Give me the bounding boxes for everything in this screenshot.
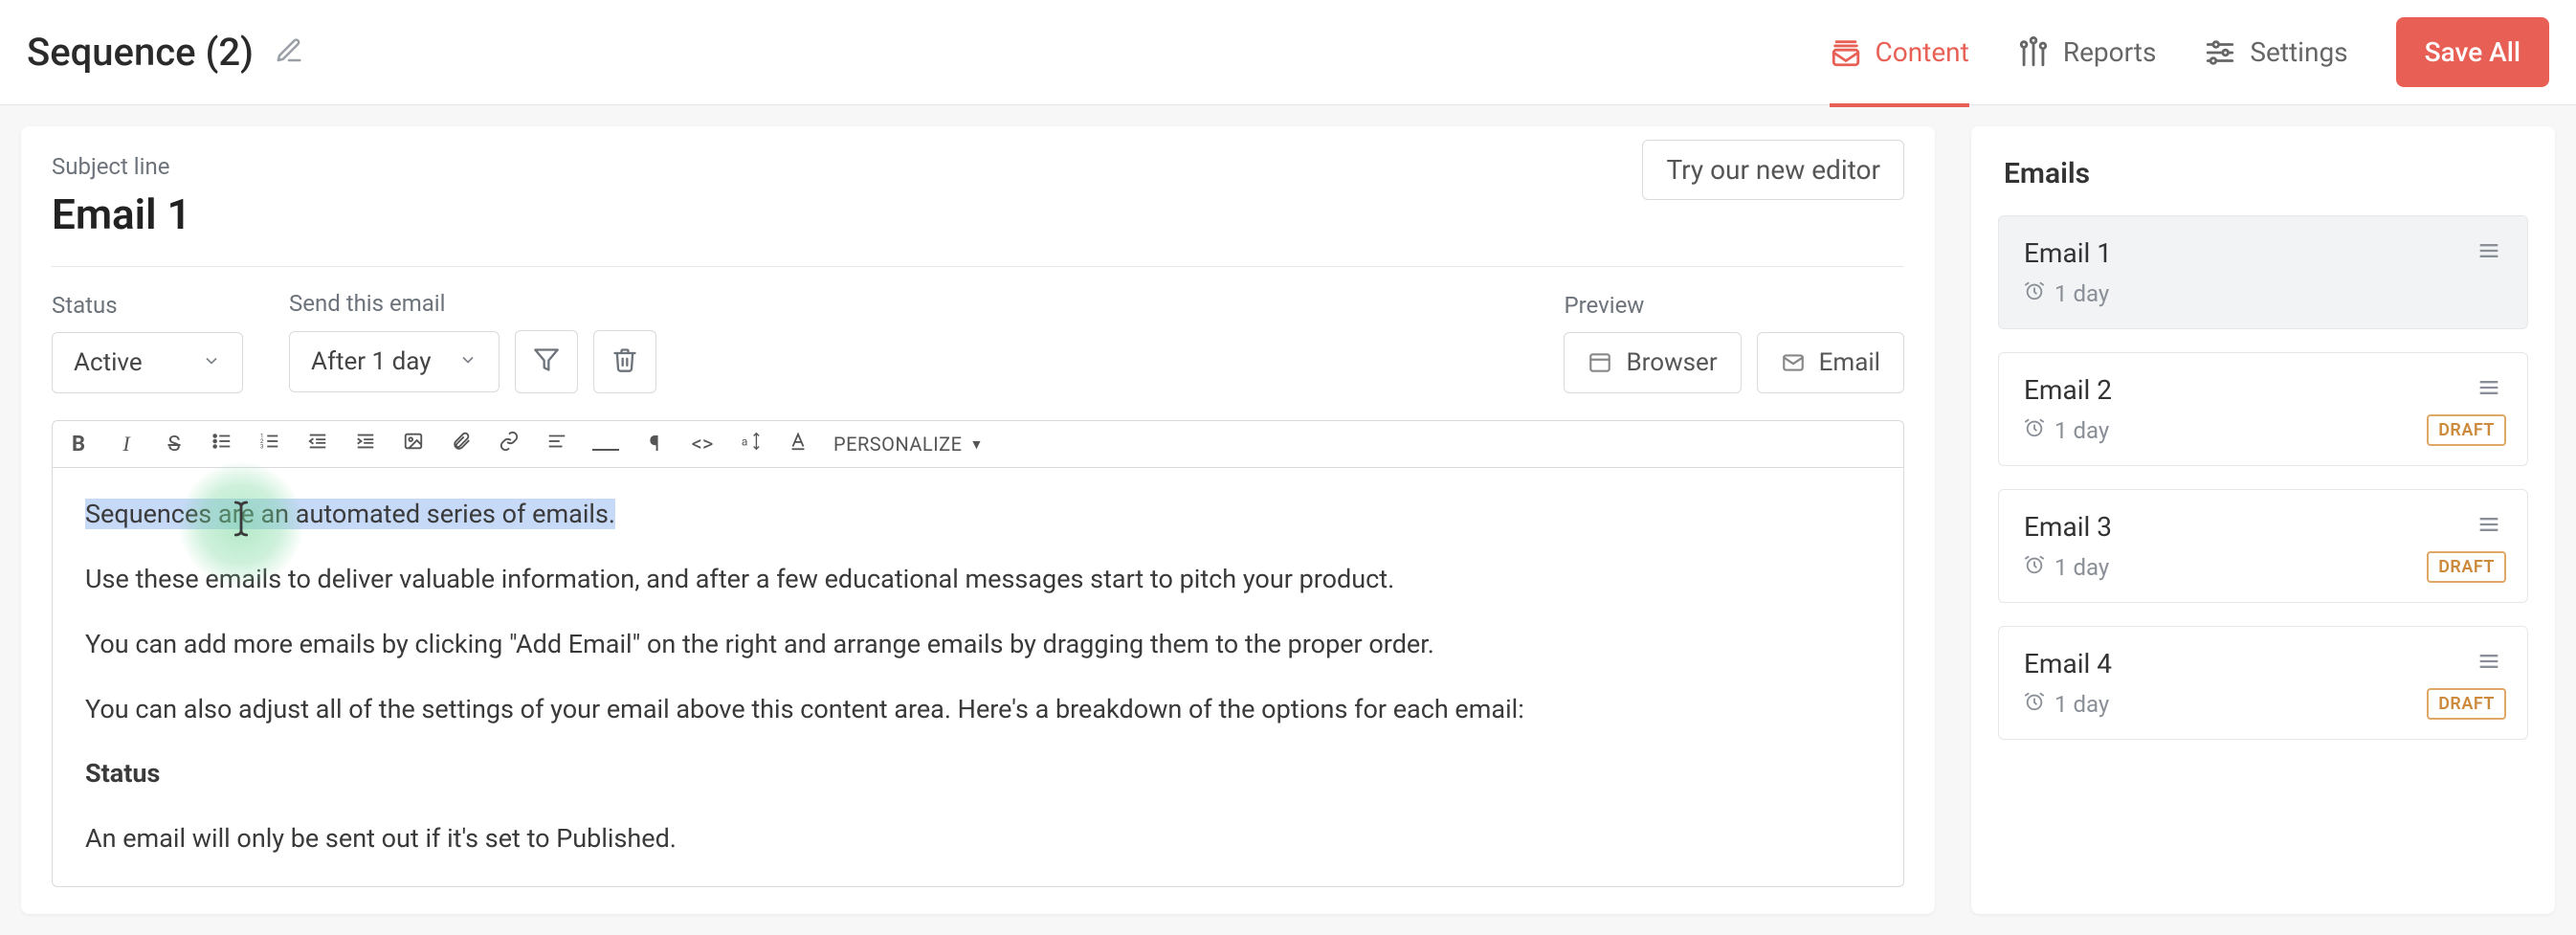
alarm-icon [2024,280,2045,307]
envelope-icon [1781,350,1806,375]
attachment-button[interactable] [449,431,474,457]
bullet-list-button[interactable] [210,431,234,457]
align-button[interactable] [544,431,569,457]
chevron-down-icon [202,348,221,377]
outdent-button[interactable] [305,431,330,457]
send-value: After 1 day [311,347,432,376]
svg-text:a: a [742,435,747,449]
nav-settings-label: Settings [2250,36,2347,68]
subject-line-label: Subject line [52,153,1904,180]
draft-badge: DRAFT [2427,688,2506,720]
preview-browser-button[interactable]: Browser [1564,332,1741,393]
email-card-name: Email 3 [2024,511,2112,543]
save-all-button[interactable]: Save All [2396,17,2549,87]
email-card-name: Email 2 [2024,374,2112,406]
body-p2: Use these emails to deliver valuable inf… [85,560,1871,600]
body-p4: You can also adjust all of the settings … [85,690,1871,730]
italic-button[interactable]: I [114,432,139,456]
preview-group: Preview Browser Email [1564,292,1904,393]
email-card[interactable]: Email 3 1 day DRAFT [1998,489,2528,603]
filter-button[interactable] [515,330,578,393]
numbered-list-button[interactable]: 123 [257,431,282,457]
draft-badge: DRAFT [2427,414,2506,446]
email-card-delay: 1 day [2024,691,2112,718]
preview-email-label: Email [1819,348,1880,377]
body-p3: You can add more emails by clicking "Add… [85,625,1871,665]
browser-icon [1588,350,1612,375]
link-button[interactable] [497,431,522,457]
status-dropdown[interactable]: Active [52,332,243,393]
editor-body[interactable]: Sequences are an automated series of ema… [52,468,1904,887]
preview-label: Preview [1564,292,1904,319]
caret-down-icon: ▼ [970,436,984,453]
email-card[interactable]: Email 1 1 day [1998,215,2528,329]
body-h-status: Status [85,758,160,789]
text-color-button[interactable] [786,431,811,457]
nav-reports[interactable]: Reports [2017,2,2157,103]
email-card-delay: 1 day [2024,417,2112,444]
alarm-icon [2024,417,2045,444]
email-card-name: Email 1 [2024,237,2112,269]
mail-stack-icon [1830,36,1862,69]
send-dropdown[interactable]: After 1 day [289,331,500,392]
delete-button[interactable] [593,330,656,393]
trash-icon [611,346,638,377]
paragraph-button[interactable]: ¶ [642,433,667,456]
drag-handle-icon[interactable] [2476,237,2502,307]
email-card-delay: 1 day [2024,280,2112,307]
nav-content[interactable]: Content [1830,2,1969,107]
nav-settings[interactable]: Settings [2204,2,2347,103]
alarm-icon [2024,554,2045,581]
edit-title-icon[interactable] [275,36,303,69]
page: Try our new editor Subject line Email 1 … [0,105,2576,935]
top-bar: Sequence (2) Content Reports Settings Sa… [0,0,2576,105]
send-group: Send this email After 1 day [289,290,656,393]
draft-badge: DRAFT [2427,551,2506,583]
bold-button[interactable]: B [66,433,91,456]
strike-button[interactable]: S [162,433,187,456]
top-bar-right: Content Reports Settings Save All [1830,2,2549,103]
main-panel: Try our new editor Subject line Email 1 … [21,126,1935,914]
status-label: Status [52,292,243,319]
svg-text:3: 3 [260,442,264,450]
alarm-icon [2024,691,2045,718]
line-height-button[interactable]: a [738,431,763,457]
email-card-name: Email 4 [2024,648,2112,679]
email-card-delay: 1 day [2024,554,2112,581]
filter-icon [533,346,560,377]
hr-button[interactable] [592,433,619,456]
send-label: Send this email [289,290,656,317]
nav-reports-label: Reports [2063,36,2157,68]
sliders-icon [2204,36,2236,69]
top-bar-left: Sequence (2) [27,30,303,75]
email-card[interactable]: Email 2 1 day DRAFT [1998,352,2528,466]
code-button[interactable]: <> [690,433,715,456]
email-list: Email 1 1 day Email 2 1 day DRA [1990,215,2536,740]
body-p5: An email will only be sent out if it's s… [85,819,1871,859]
chevron-down-icon [458,347,477,376]
editor-toolbar: B I S 123 [52,420,1904,468]
email-card[interactable]: Email 4 1 day DRAFT [1998,626,2528,740]
try-new-editor-button[interactable]: Try our new editor [1642,140,1904,200]
body-p1: Sequences are an automated series of ema… [85,499,615,529]
personalize-label: PERSONALIZE [833,433,963,456]
status-value: Active [74,348,143,377]
preview-browser-label: Browser [1626,348,1717,377]
controls-row: Status Active Send this email After 1 da… [52,290,1904,393]
email-title[interactable]: Email 1 [52,189,1904,239]
image-button[interactable] [401,431,426,457]
nav-content-label: Content [1876,36,1969,68]
page-title: Sequence (2) [27,30,254,75]
reports-icon [2017,36,2050,69]
status-group: Status Active [52,292,243,393]
preview-email-button[interactable]: Email [1757,332,1904,393]
emails-side-panel: Emails Email 1 1 day Email 2 1 day [1971,126,2555,914]
divider [52,266,1904,267]
emails-title: Emails [1990,157,2536,215]
indent-button[interactable] [353,431,378,457]
personalize-dropdown[interactable]: PERSONALIZE ▼ [833,433,984,456]
